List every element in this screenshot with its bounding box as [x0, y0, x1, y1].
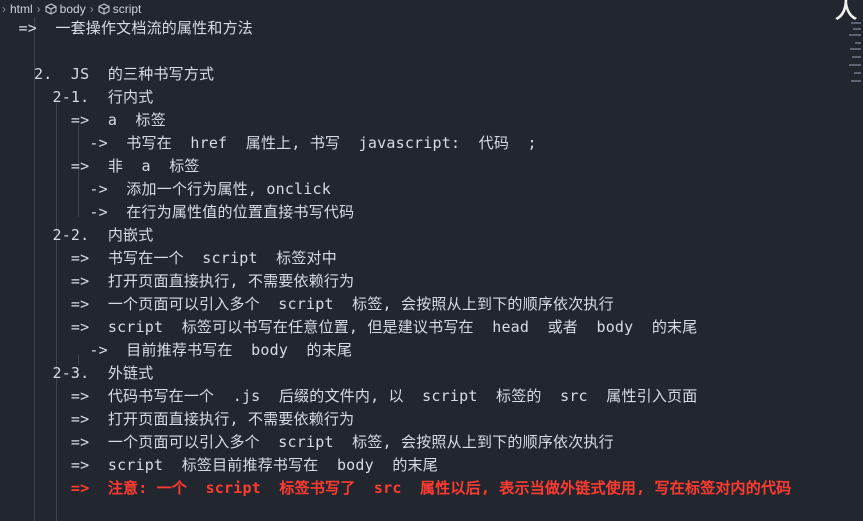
chevron-right-icon: › — [36, 1, 41, 16]
cube-icon — [98, 2, 110, 15]
code-line: 2-1. 行内式 — [34, 88, 154, 106]
chevron-right-icon: › — [2, 1, 6, 16]
code-line: => 代码书写在一个 .js 后缀的文件内, 以 script 标签的 src … — [34, 387, 698, 405]
code-line-warning: => 注意: 一个 script 标签书写了 src 属性以后, 表示当做外链式… — [34, 479, 792, 497]
code-line: => 书写在一个 script 标签对中 — [34, 249, 337, 267]
breadcrumb-item-body[interactable]: body — [45, 2, 86, 16]
code-line: -> 目前推荐书写在 body 的末尾 — [34, 341, 353, 359]
breadcrumb-item-script[interactable]: script — [98, 2, 141, 16]
code-line: => 一套操作文档流的属性和方法 — [0, 19, 253, 37]
code-line: => 一个页面可以引入多个 script 标签, 会按照从上到下的顺序依次执行 — [34, 295, 614, 313]
code-line: => 打开页面直接执行, 不需要依赖行为 — [34, 272, 355, 290]
code-line: -> 书写在 href 属性上, 书写 javascript: 代码 ; — [34, 134, 537, 152]
code-line: => 打开页面直接执行, 不需要依赖行为 — [34, 410, 355, 428]
code-line: -> 在行为属性值的位置直接书写代码 — [34, 203, 355, 221]
code-line: 2. JS 的三种书写方式 — [34, 65, 215, 83]
code-line: -> 添加一个行为属性, onclick — [34, 180, 331, 198]
code-line: 2-2. 内嵌式 — [34, 226, 154, 244]
breadcrumb-item-html[interactable]: html — [10, 2, 33, 16]
code-line: => a 标签 — [34, 111, 166, 129]
cube-icon — [45, 2, 57, 15]
code-line: => 非 a 标签 — [34, 157, 200, 175]
code-line: => 一个页面可以引入多个 script 标签, 会按照从上到下的顺序依次执行 — [34, 433, 614, 451]
breadcrumb: › html › body › script — [0, 0, 863, 17]
code-line: => script 标签可以书写在任意位置, 但是建议书写在 head 或者 b… — [34, 318, 698, 336]
code-line: 2-3. 外链式 — [34, 364, 154, 382]
code-editor[interactable]: => 一套操作文档流的属性和方法 2. JS 的三种书写方式 2-1. 行内式 … — [0, 17, 863, 521]
code-line: => script 标签目前推荐书写在 body 的末尾 — [34, 456, 438, 474]
chevron-right-icon: › — [89, 1, 94, 16]
